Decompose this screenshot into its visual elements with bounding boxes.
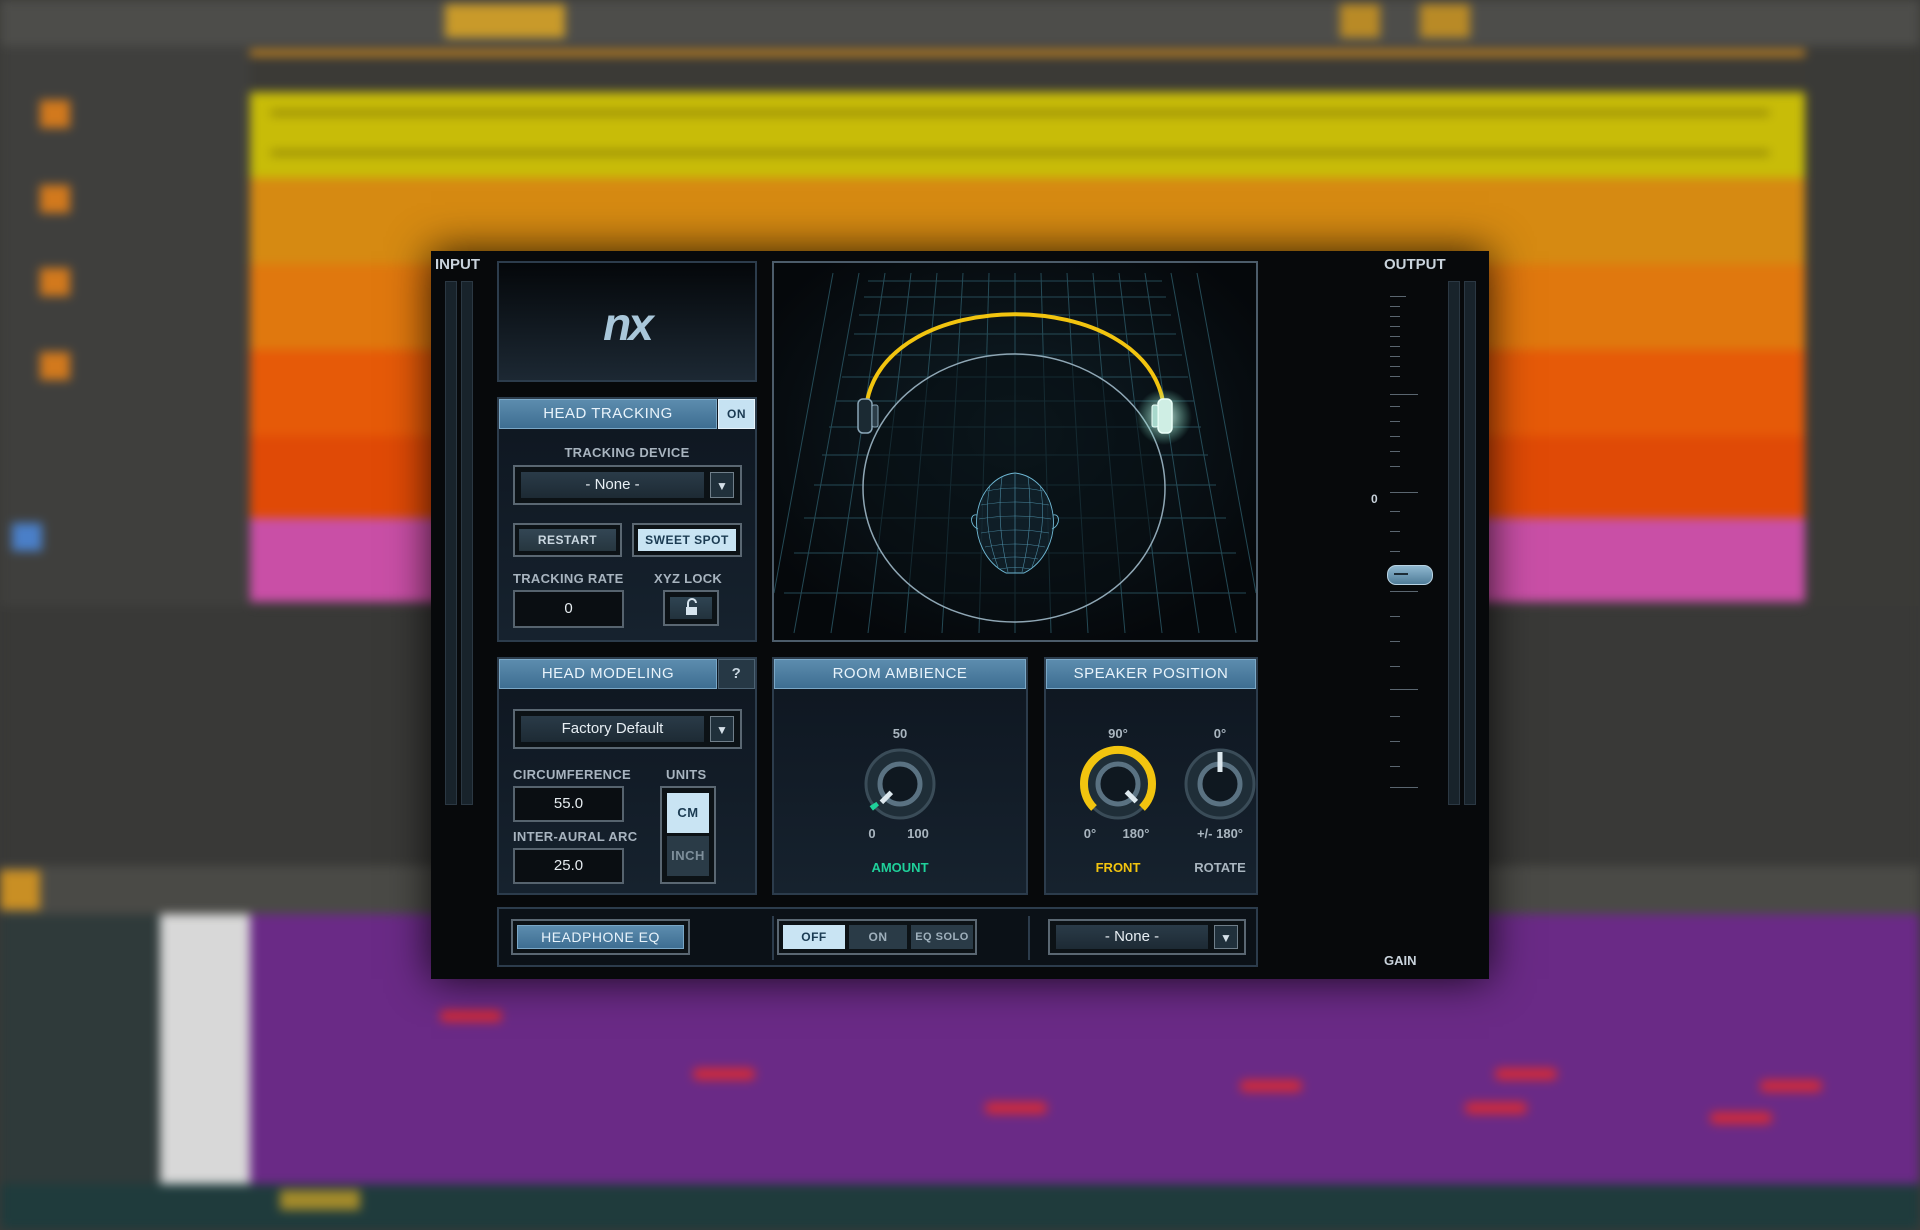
units-label: UNITS [666,767,707,782]
rotate-label: ROTATE [1194,860,1246,875]
daw-track-headers [0,46,250,606]
amount-knob-top-label: 50 [892,726,908,741]
head-modeling-panel: HEAD MODELING ? Factory Default ▼ CIRCUM… [497,657,757,895]
daw-piano-keys [160,914,250,1184]
amount-knob-max-label: 100 [907,826,929,841]
tracking-rate-field[interactable]: 0 [513,590,624,628]
unit-inch-button[interactable]: INCH [667,836,709,876]
gain-label: GAIN [1384,953,1417,968]
chevron-down-icon: ▼ [710,472,734,498]
input-meter-right [461,281,473,805]
eq-on-button[interactable]: ON [849,925,907,949]
eq-solo-button[interactable]: EQ SOLO [911,925,973,949]
speaker-position-header: SPEAKER POSITION [1046,659,1256,689]
rotate-knob-top-label: 0° [1213,726,1227,741]
circumference-field[interactable]: 55.0 [513,786,624,822]
amount-label: AMOUNT [871,860,929,875]
output-meter-left [1448,281,1460,805]
gain-slider-handle[interactable] [1387,565,1433,585]
chevron-down-icon: ▼ [1214,925,1238,949]
head-modeling-header: HEAD MODELING [499,659,717,689]
nx-plugin-window: INPUT OUTPUT 0 GAIN nx HEAD TRACKING ON … [431,251,1489,979]
interaural-arc-label: INTER-AURAL ARC [513,829,638,844]
input-meter-left [445,281,457,805]
daw-top-toolbar [0,0,1920,46]
output-label: OUTPUT [1384,256,1446,273]
restart-button[interactable]: RESTART [513,523,622,557]
front-knob-top-label: 90° [1108,726,1128,741]
head-model-preset-dropdown[interactable]: Factory Default ▼ [513,709,742,749]
rotate-knob-range-label: +/- 180° [1196,826,1244,841]
xyz-lock-label: XYZ LOCK [654,571,723,586]
room-ambience-header: ROOM AMBIENCE [774,659,1026,689]
head-3d-view [772,261,1258,642]
speaker-position-panel: SPEAKER POSITION 90° 0° 180° FRONT 0° +/… [1044,657,1258,895]
gain-scale [1386,296,1418,796]
circumference-label: CIRCUMFERENCE [513,767,632,782]
front-label: FRONT [1095,860,1141,875]
amount-knob[interactable] [860,744,940,824]
head-tracking-on-toggle[interactable]: ON [718,399,755,429]
headphone-eq-mode-selector: OFF ON EQ SOLO [777,919,977,955]
tracking-device-label: TRACKING DEVICE [564,445,690,460]
head-model-preset-value: Factory Default [521,716,704,742]
logo-panel: nx [497,261,757,382]
right-earcup [1136,389,1192,445]
tracking-device-dropdown[interactable]: - None - ▼ [513,465,742,505]
interaural-arc-field[interactable]: 25.0 [513,848,624,884]
headphone-model-value: - None - [1056,925,1208,949]
eq-off-button[interactable]: OFF [783,925,845,949]
sweet-spot-button[interactable]: SWEET SPOT [632,523,742,557]
headphone-model-dropdown[interactable]: - None - ▼ [1048,919,1246,955]
units-selector: CM INCH [660,786,716,884]
room-ambience-panel: ROOM AMBIENCE 50 0 100 AMOUNT [772,657,1028,895]
daw-clip-yellow [250,92,1805,178]
front-knob[interactable] [1078,744,1158,824]
tracking-rate-label: TRACKING RATE [513,571,624,586]
input-label: INPUT [435,256,480,273]
nx-logo: nx [603,298,654,350]
help-button[interactable]: ? [718,659,755,689]
amount-knob-min-label: 0 [868,826,876,841]
head-tracking-header: HEAD TRACKING [499,399,717,429]
unit-cm-button[interactable]: CM [667,793,709,833]
chevron-down-icon: ▼ [710,716,734,742]
tracking-device-value: - None - [521,472,704,498]
gain-zero-label: 0 [1371,492,1378,506]
front-knob-max-label: 180° [1122,826,1150,841]
rotate-knob[interactable] [1180,744,1260,824]
xyz-lock-button[interactable] [663,590,719,626]
headphone-eq-button[interactable]: HEADPHONE EQ [511,919,690,955]
head-tracking-panel: HEAD TRACKING ON TRACKING DEVICE - None … [497,397,757,642]
front-knob-min-label: 0° [1083,826,1097,841]
perspective-grid [774,263,1256,640]
padlock-icon [670,597,712,619]
output-meter-right [1464,281,1476,805]
